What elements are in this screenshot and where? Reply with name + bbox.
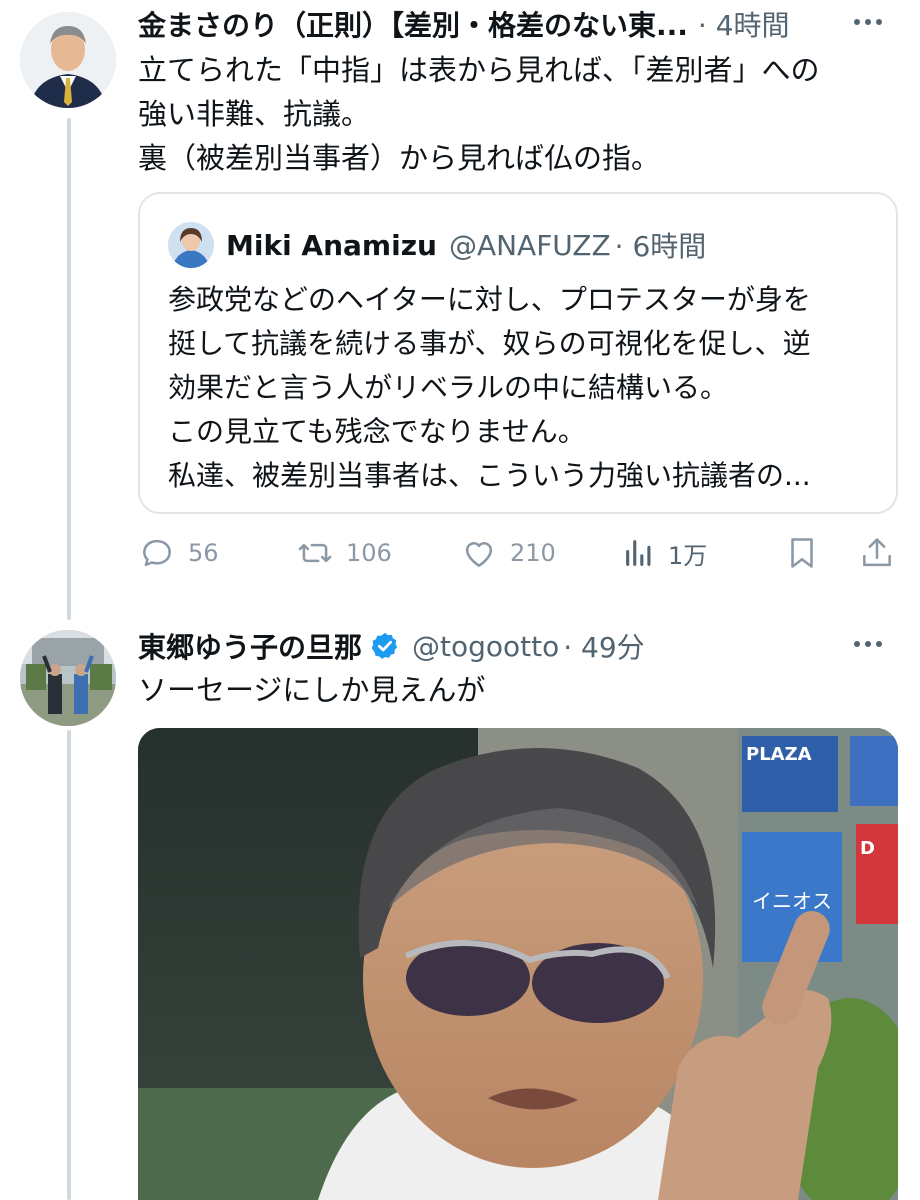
thread-connector-line [67, 118, 71, 620]
like-button[interactable]: 210 [460, 528, 556, 578]
tweet-header: 金まさのり（正則）【差別・格差のない東... · 4時間 [138, 2, 858, 46]
quote-avatar [168, 222, 214, 268]
sign-d-text: D [860, 838, 875, 859]
more-icon[interactable] [846, 626, 890, 662]
verified-badge-icon [371, 632, 398, 659]
quote-author-name: Miki Anamizu [226, 228, 437, 262]
views-button[interactable]: 1万 [622, 528, 707, 578]
quote-header: Miki Anamizu @ANAFUZZ · 6時間 [226, 224, 706, 266]
bookmark-icon [791, 538, 813, 568]
tweet-media-image[interactable]: PLAZA イニオス D [138, 728, 898, 1200]
thread-connector-line [67, 730, 71, 1200]
author-name[interactable]: 金まさのり（正則）【差別・格差のない東... [138, 4, 688, 44]
quote-text: 参政党などのヘイターに対し、プロテスターが身を 挺して抗議を続ける事が、奴らの可… [168, 283, 811, 492]
tweet-text: ソーセージにしか見えんが [138, 673, 486, 707]
tweet-text: 立てられた「中指」は表から見れば、「差別者」への 強い非難、抗議。 裏（被差別当… [138, 53, 820, 175]
quote-handle: @ANAFUZZ [448, 228, 611, 262]
sign-store-text: イニオス [752, 889, 832, 913]
retweet-count: 106 [346, 539, 392, 567]
reply-button[interactable]: 56 [138, 528, 219, 578]
reply-icon [143, 539, 171, 567]
action-bar: 56 106 210 1万 [138, 528, 900, 578]
quoted-tweet[interactable]: Miki Anamizu @ANAFUZZ · 6時間 参政党などのヘイターに対… [138, 192, 898, 514]
tweet-header: 東郷ゆう子の旦那 @togootto · 49分 [138, 624, 858, 668]
retweet-button[interactable]: 106 [296, 528, 392, 578]
bookmark-button[interactable] [783, 528, 821, 578]
views-icon [626, 540, 651, 566]
quote-timestamp: · 6時間 [614, 230, 707, 263]
share-button[interactable] [858, 528, 896, 578]
like-icon [465, 542, 493, 567]
views-count: 1万 [668, 541, 708, 570]
retweet-icon [298, 543, 332, 563]
timestamp[interactable]: · 4時間 [698, 4, 790, 44]
reply-count: 56 [188, 539, 219, 567]
author-handle[interactable]: @togootto [412, 630, 559, 663]
more-icon[interactable] [846, 4, 890, 40]
author-name[interactable]: 東郷ゆう子の旦那 [138, 626, 362, 666]
avatar[interactable] [20, 630, 116, 726]
avatar[interactable] [20, 12, 116, 108]
timestamp[interactable]: · 49分 [563, 626, 644, 666]
share-icon [863, 538, 891, 567]
sign-plaza-text: PLAZA [746, 744, 812, 765]
like-count: 210 [510, 539, 556, 567]
